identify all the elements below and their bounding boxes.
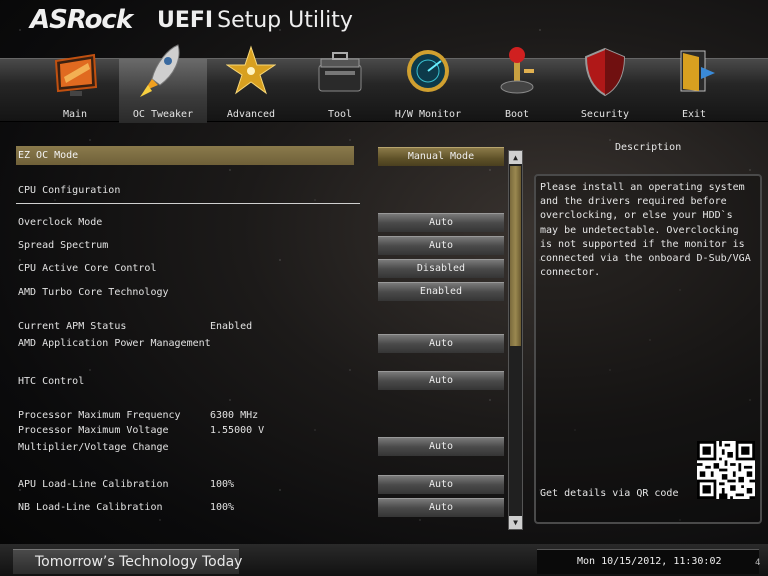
qr-code-icon[interactable]: [697, 441, 755, 499]
uefi-title: UEFI Setup Utility: [157, 8, 353, 33]
description-title: Description: [615, 142, 682, 153]
apu-llc-info: 100%: [210, 479, 235, 490]
nb-llc-select[interactable]: Auto: [378, 498, 504, 517]
scroll-down-button[interactable]: ▼: [509, 516, 522, 529]
htc-control-label: HTC Control: [18, 376, 85, 387]
cpu-configuration-heading: CPU Configuration: [18, 185, 121, 196]
apu-llc-select[interactable]: Auto: [378, 475, 504, 494]
processor-max-frequency-value: 6300 MHz: [210, 410, 259, 421]
clock-box: Mon 10/15/2012, 11:30:02: [537, 549, 759, 574]
toolbox-icon: [318, 52, 362, 92]
spread-spectrum-select[interactable]: Auto: [378, 236, 504, 255]
qr-code-label: Get details via QR code: [540, 488, 679, 499]
tab-hw-monitor[interactable]: H/W Monitor: [384, 50, 472, 123]
joystick-icon: [500, 47, 534, 94]
htc-control-select[interactable]: Auto: [378, 371, 504, 390]
slogan-text: Tomorrow’s Technology Today: [35, 554, 243, 570]
radar-icon: [407, 50, 449, 92]
amd-turbo-core-label: AMD Turbo Core Technology: [18, 287, 169, 298]
tab-oc-tweaker[interactable]: OC Tweaker: [119, 44, 207, 123]
tab-main[interactable]: Main: [31, 53, 119, 123]
amd-apm-label: AMD Application Power Management: [18, 338, 211, 349]
spread-spectrum-label: Spread Spectrum: [18, 240, 109, 251]
tab-tool-label: Tool: [327, 109, 353, 120]
tab-security-label: Security: [580, 109, 630, 120]
star-icon: [226, 45, 276, 95]
tab-exit[interactable]: Exit: [650, 50, 738, 123]
nb-llc-label: NB Load-Line Calibration: [18, 502, 163, 513]
processor-max-voltage-value: 1.55000 V: [210, 425, 265, 436]
cpu-active-core-label: CPU Active Core Control: [18, 263, 157, 274]
tab-advanced[interactable]: Advanced: [207, 45, 295, 123]
overclock-mode-select[interactable]: Auto: [378, 213, 504, 232]
ez-oc-mode-row[interactable]: EZ OC Mode: [16, 146, 354, 165]
tab-exit-label: Exit: [681, 109, 707, 120]
scroll-up-button[interactable]: ▲: [509, 151, 522, 164]
tab-advanced-label: Advanced: [226, 109, 276, 120]
corner-mark: 4: [755, 558, 761, 568]
uefi-label: UEFI: [157, 8, 214, 33]
header: ASRock UEFI Setup Utility: [0, 0, 768, 58]
tab-boot-label: Boot: [504, 109, 530, 120]
rocket-icon: [140, 44, 180, 97]
scrollbar[interactable]: ▲ ▼: [508, 150, 523, 530]
tab-oc-tweaker-label: OC Tweaker: [132, 109, 194, 120]
section-divider: [16, 203, 360, 204]
nb-llc-info: 100%: [210, 502, 235, 513]
tab-boot[interactable]: Boot: [473, 47, 561, 123]
processor-max-frequency-label: Processor Maximum Frequency: [18, 410, 181, 421]
description-text: Please install an operating system and t…: [540, 182, 751, 279]
scroll-thumb[interactable]: [510, 166, 521, 346]
exit-door-icon: [680, 50, 715, 92]
cpu-active-core-select[interactable]: Disabled: [378, 259, 504, 278]
tab-main-label: Main: [62, 109, 88, 120]
apu-llc-label: APU Load-Line Calibration: [18, 479, 169, 490]
multiplier-voltage-change-label: Multiplier/Voltage Change: [18, 442, 169, 453]
asrock-logo: ASRock: [30, 5, 133, 35]
current-apm-status-value: Enabled: [210, 321, 253, 332]
amd-apm-select[interactable]: Auto: [378, 334, 504, 353]
nav-bar: Main OC Tweaker Advanced Tool H/W Monito…: [0, 44, 768, 123]
current-apm-status-label: Current APM Status: [18, 321, 127, 332]
tab-hw-monitor-label: H/W Monitor: [394, 109, 462, 120]
ez-oc-mode-select[interactable]: Manual Mode: [378, 147, 504, 166]
overclock-mode-label: Overclock Mode: [18, 217, 103, 228]
shield-icon: [584, 47, 626, 97]
tab-tool[interactable]: Tool: [296, 52, 384, 123]
datetime-display: Mon 10/15/2012, 11:30:02: [577, 556, 722, 567]
amd-turbo-core-select[interactable]: Enabled: [378, 282, 504, 301]
ez-oc-mode-label: EZ OC Mode: [18, 150, 79, 161]
tab-security[interactable]: Security: [561, 47, 649, 123]
slogan-box: Tomorrow’s Technology Today: [13, 549, 243, 574]
setup-utility-label: Setup Utility: [217, 8, 353, 33]
multiplier-voltage-change-select[interactable]: Auto: [378, 437, 504, 456]
main-monitor-icon: [54, 53, 98, 96]
processor-max-voltage-label: Processor Maximum Voltage: [18, 425, 169, 436]
